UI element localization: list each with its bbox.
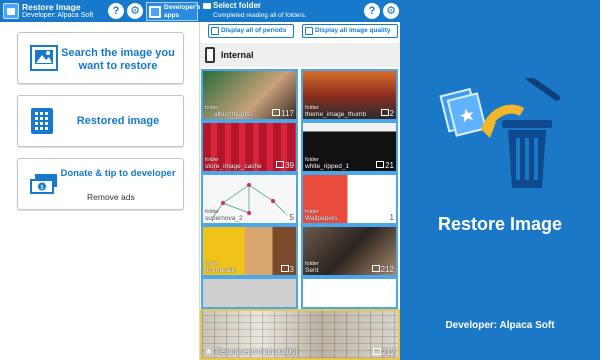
svg-text:$: $	[40, 184, 44, 191]
developer-line: Developer: Alpaca Soft	[22, 12, 94, 19]
image-count: 39	[276, 161, 294, 170]
folder-tile[interactable]	[201, 277, 298, 309]
restore-trash-icon	[439, 78, 560, 188]
branding-panel: Restore Image Developer: Alpaca Soft	[400, 0, 600, 360]
settings-icon[interactable]: ⚙	[127, 3, 143, 19]
image-count: 212	[372, 265, 394, 274]
folder-icon	[203, 3, 211, 9]
brand-developer: Developer: Alpaca Soft	[445, 320, 555, 331]
image-count: 212	[373, 348, 395, 357]
settings-icon[interactable]: ⚙	[383, 3, 399, 19]
picture-icon	[30, 45, 58, 71]
donate-label: Donate & tip to developer	[60, 168, 176, 179]
folder-tile[interactable]: folder white_ripped_1 21	[301, 121, 398, 173]
recommend-label: Recommend (high quality)	[216, 349, 298, 356]
folder-tile[interactable]: folder thumbnails 3	[201, 225, 298, 277]
folder-name: Sent	[305, 267, 319, 274]
grid-document-icon	[31, 108, 53, 134]
recommend-tile[interactable]: ★ Recommend (high quality) 212	[200, 309, 400, 360]
folder-name: Wallpapers	[305, 215, 338, 222]
image-count: 2	[381, 109, 394, 118]
phone-icon	[205, 47, 215, 63]
folder-name: store_image_cache	[205, 163, 262, 170]
display-quality-button[interactable]: Display all image quality	[302, 24, 398, 38]
folder-tile[interactable]: folder store_image_cache 39	[201, 121, 298, 173]
reading-status: Completed reading all of folders.	[213, 12, 307, 19]
donate-button[interactable]: $ Donate & tip to developer Remove ads	[17, 158, 184, 210]
folder-panel: Select folder Completed reading all of f…	[200, 0, 400, 360]
folder-tile[interactable]: folder theme_image_thumb 2	[301, 69, 398, 121]
quality-icon	[305, 27, 313, 35]
money-icon: $	[30, 174, 57, 194]
folder-name: white_ripped_1	[305, 163, 350, 170]
brand-title: Restore Image	[437, 214, 563, 234]
calendar-icon	[211, 27, 219, 35]
storage-label: Internal	[221, 50, 254, 60]
display-periods-button[interactable]: Display all of periods	[208, 24, 294, 38]
folder-tile[interactable]: folder Sent 212	[301, 225, 398, 277]
image-count: 3	[281, 265, 294, 274]
app-logo-icon	[3, 3, 19, 19]
folder-name: supernova_2	[205, 215, 243, 222]
developer-apps-button[interactable]: Developer's apps	[146, 2, 201, 21]
folder-tile[interactable]: folder supernova_2 5	[201, 173, 298, 225]
image-count: 117	[272, 109, 294, 118]
folder-tile[interactable]: folder Wallpapers 1	[301, 173, 398, 225]
image-count: 5	[281, 213, 294, 222]
developer-apps-label: Developer's apps	[164, 4, 201, 19]
app-title: Restore Image	[22, 2, 81, 12]
help-icon[interactable]: ?	[108, 3, 124, 19]
folder-name: theme_image_thumb	[305, 111, 367, 118]
remove-ads-label: Remove ads	[87, 192, 135, 202]
restored-image-button[interactable]: Restored image	[17, 95, 184, 147]
display-quality-label: Display all image quality	[315, 27, 391, 34]
folder-header: Select folder Completed reading all of f…	[200, 0, 400, 22]
help-icon[interactable]: ?	[364, 3, 380, 19]
left-panel: Restore Image Developer: Alpaca Soft ? ⚙…	[0, 0, 201, 360]
select-folder-title: Select folder	[213, 1, 262, 10]
folder-name: albumthumbs	[214, 111, 254, 118]
folder-name: thumbnails	[205, 267, 237, 274]
search-image-button[interactable]: Search the image you want to restore	[17, 32, 184, 84]
folder-tile-empty[interactable]	[301, 277, 398, 309]
store-icon	[149, 6, 161, 18]
restored-image-label: Restored image	[76, 115, 160, 127]
storage-header: Internal	[200, 43, 400, 67]
left-header: Restore Image Developer: Alpaca Soft ? ⚙…	[0, 0, 201, 22]
folder-tile[interactable]: folder albumthumbs 117	[201, 69, 298, 121]
search-image-label: Search the image you want to restore	[61, 47, 175, 72]
image-count: 21	[376, 161, 394, 170]
display-periods-label: Display all of periods	[221, 27, 287, 34]
image-count: 1	[381, 213, 394, 222]
star-icon: ★	[205, 347, 213, 356]
